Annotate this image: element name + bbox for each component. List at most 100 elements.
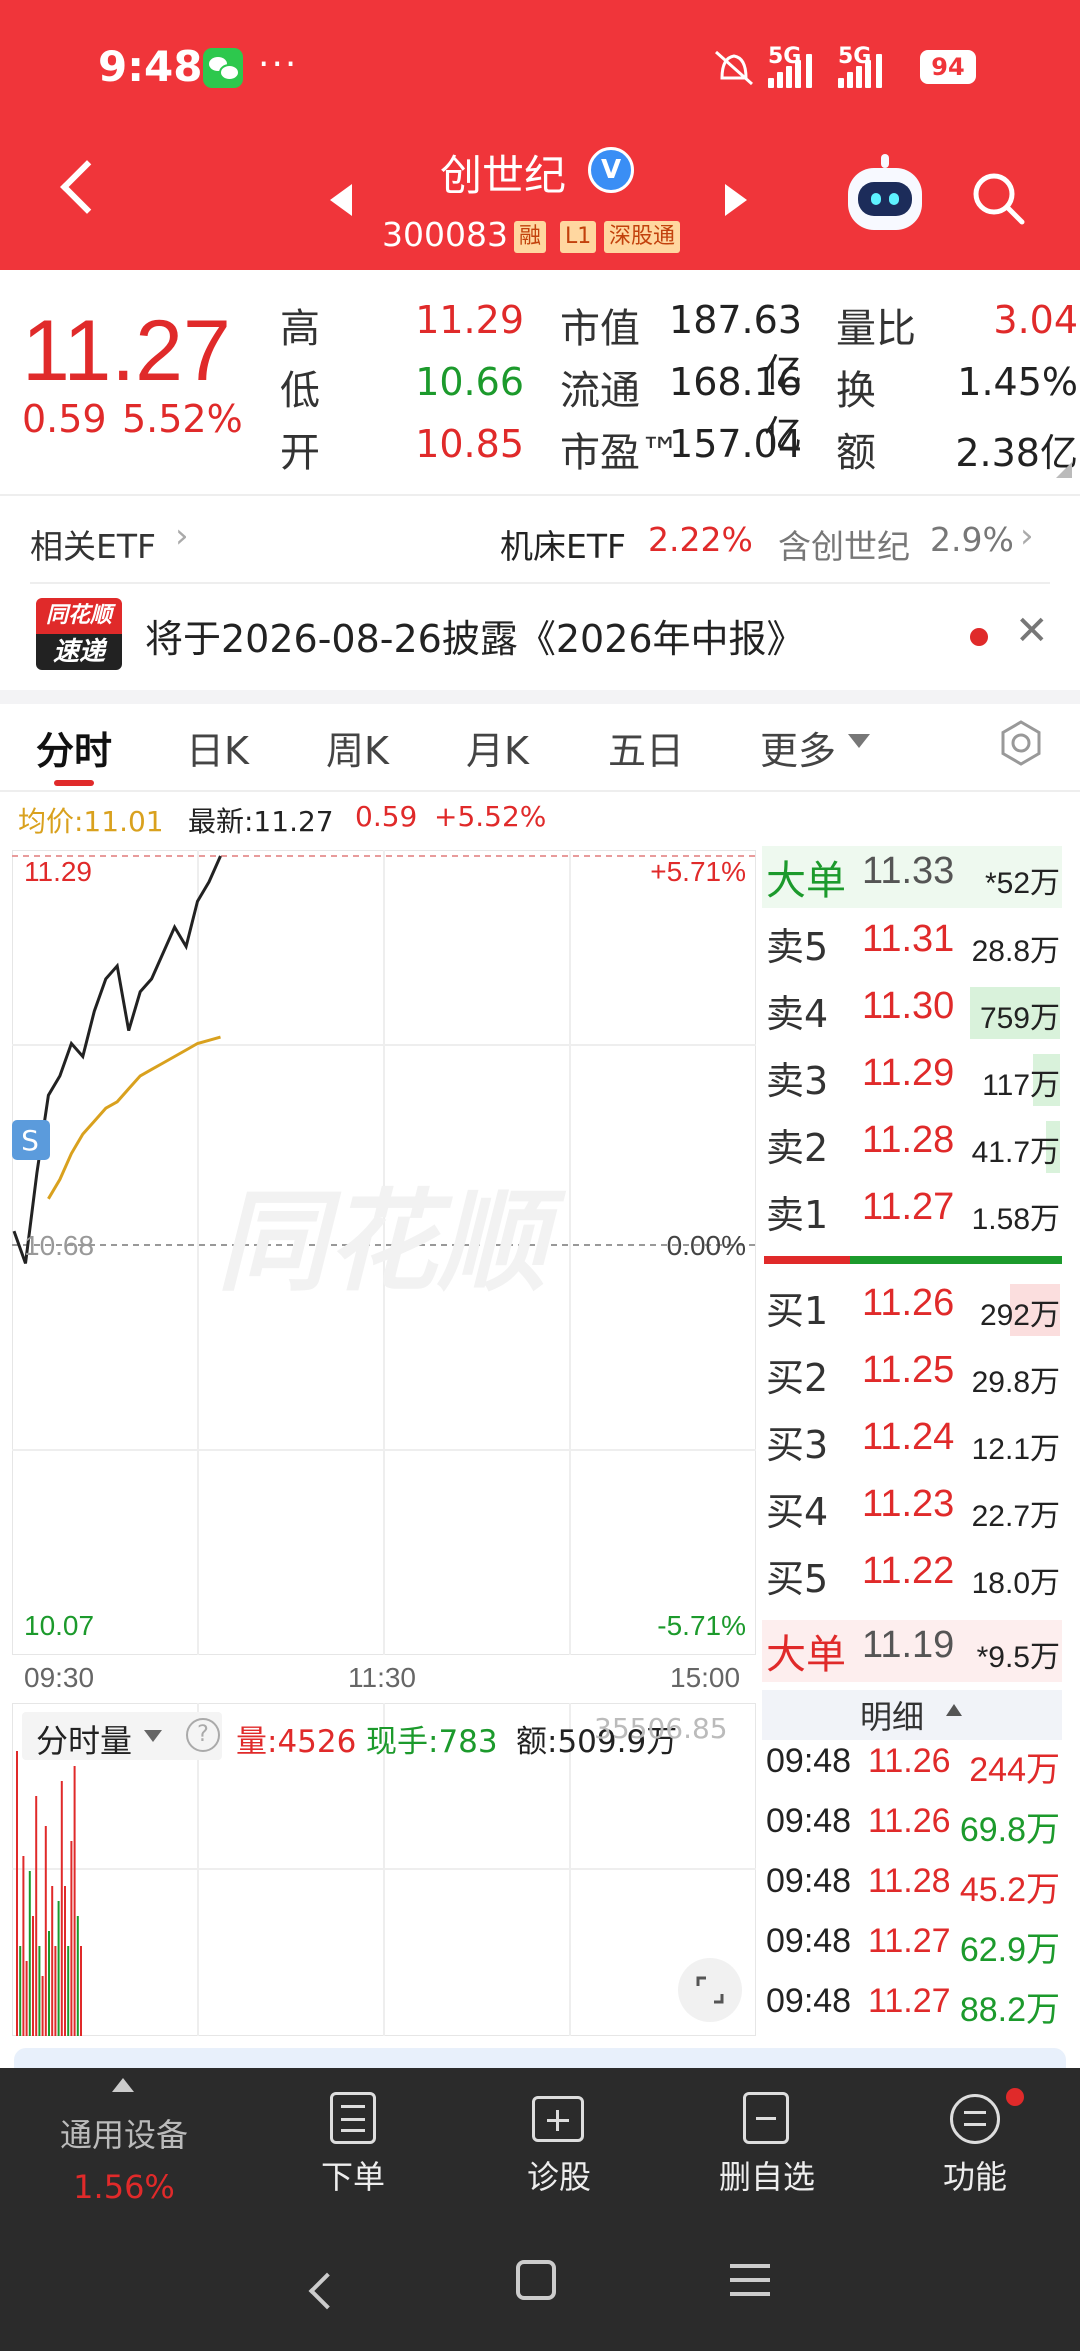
function-icon[interactable] bbox=[950, 2094, 1000, 2144]
label-high: 高 bbox=[280, 306, 320, 352]
ask-price[interactable]: 11.30 bbox=[862, 985, 954, 1028]
caret-down-icon bbox=[848, 734, 870, 748]
mute-icon bbox=[715, 50, 753, 86]
ask-volume: 41.7万 bbox=[971, 1136, 1060, 1169]
nav-function[interactable]: 功能 bbox=[912, 2152, 1038, 2198]
tab-more[interactable]: 更多 bbox=[760, 720, 836, 775]
order-icon[interactable] bbox=[330, 2092, 376, 2144]
bid-label: 买1 bbox=[766, 1289, 829, 1333]
nav-order[interactable]: 下单 bbox=[290, 2152, 416, 2198]
volume-bar bbox=[41, 1976, 44, 2036]
nav-remove-watchlist[interactable]: 删自选 bbox=[700, 2152, 834, 2198]
tab-five-day[interactable]: 五日 bbox=[608, 720, 684, 775]
related-etf-label[interactable]: 相关ETF bbox=[30, 520, 156, 568]
tab-daily-k[interactable]: 日K bbox=[186, 720, 249, 775]
volume-bar bbox=[28, 1871, 31, 2036]
latest-change: 0.59 bbox=[355, 800, 418, 833]
back-icon[interactable] bbox=[60, 160, 114, 214]
system-back-icon[interactable] bbox=[308, 2272, 346, 2310]
detail-volume: 62.9万 bbox=[959, 1931, 1060, 1969]
big-order-top-label: 大单 bbox=[766, 858, 846, 904]
bid-volume: 22.7万 bbox=[971, 1500, 1060, 1533]
ask-price[interactable]: 11.27 bbox=[862, 1186, 954, 1229]
sector-name[interactable]: 通用设备 bbox=[24, 2110, 224, 2156]
chevron-right-icon[interactable]: › bbox=[1020, 516, 1034, 556]
ask-price[interactable]: 11.28 bbox=[862, 1119, 954, 1162]
volume-selector-label: 分时量 bbox=[36, 1722, 133, 1760]
caret-up-icon bbox=[946, 1704, 962, 1716]
detail-volume: 45.2万 bbox=[959, 1871, 1060, 1909]
detail-volume: 244万 bbox=[969, 1751, 1060, 1789]
tab-monthly-k[interactable]: 月K bbox=[466, 720, 529, 775]
bid-volume: 292万 bbox=[979, 1299, 1060, 1332]
notification-dot-icon bbox=[1006, 2088, 1024, 2106]
volume-axis-max: 35506.85 bbox=[594, 1712, 728, 1745]
volume-bar bbox=[44, 1826, 47, 2036]
bid-label: 买2 bbox=[766, 1356, 829, 1400]
settings-icon[interactable] bbox=[998, 720, 1044, 766]
remove-watchlist-icon[interactable] bbox=[743, 2092, 789, 2144]
detail-time: 09:48 bbox=[766, 1922, 852, 1960]
value-low: 10.66 bbox=[415, 360, 524, 404]
detail-volume: 69.8万 bbox=[959, 1811, 1060, 1849]
detail-time: 09:48 bbox=[766, 1862, 852, 1900]
y-left-mid: 10.68 bbox=[24, 1230, 95, 1261]
s-marker-label: S bbox=[21, 1124, 39, 1157]
system-menu-icon[interactable] bbox=[730, 2264, 770, 2296]
ask-price[interactable]: 11.29 bbox=[862, 1052, 954, 1095]
label-amount: 额 bbox=[836, 430, 876, 476]
tag-level: L1 bbox=[560, 221, 597, 253]
label-low: 低 bbox=[280, 368, 320, 414]
tag-connect: 深股通 bbox=[604, 221, 681, 253]
volume-bar bbox=[38, 1946, 41, 2036]
divider bbox=[0, 790, 1080, 792]
ask-price[interactable]: 11.31 bbox=[862, 918, 954, 961]
big-order-bottom-price: 11.19 bbox=[862, 1624, 955, 1666]
big-order-top-price: 11.33 bbox=[862, 850, 955, 892]
etf-name[interactable]: 机床ETF bbox=[500, 520, 626, 568]
next-stock-icon[interactable] bbox=[725, 184, 747, 216]
volume-bar bbox=[67, 1946, 70, 2036]
bid-price[interactable]: 11.25 bbox=[862, 1349, 954, 1392]
nav-diagnose[interactable]: 诊股 bbox=[496, 2152, 622, 2198]
volume-bar bbox=[57, 1901, 60, 2036]
assistant-robot-icon[interactable] bbox=[848, 154, 922, 230]
label-market-cap: 市值 bbox=[560, 306, 640, 352]
prev-stock-icon[interactable] bbox=[330, 184, 352, 216]
bid-price[interactable]: 11.23 bbox=[862, 1483, 954, 1526]
diagnose-icon[interactable] bbox=[532, 2096, 584, 2142]
close-icon[interactable]: ✕ bbox=[1015, 608, 1049, 654]
watermark: 同花顺 bbox=[217, 1178, 567, 1306]
price-change-pct: 5.52% bbox=[122, 397, 243, 441]
avg-price-line bbox=[47, 1035, 221, 1200]
expand-corner-icon[interactable] bbox=[1056, 462, 1072, 478]
bid-price[interactable]: 11.22 bbox=[862, 1550, 954, 1593]
system-home-icon[interactable] bbox=[516, 2260, 556, 2300]
sector-pct: 1.56% bbox=[73, 2168, 175, 2206]
label-turnover: 换 bbox=[836, 368, 876, 414]
tab-weekly-k[interactable]: 周K bbox=[326, 720, 389, 775]
detail-price: 11.27 bbox=[868, 1982, 951, 2020]
bid-label: 买3 bbox=[766, 1423, 829, 1467]
tab-intraday[interactable]: 分时 bbox=[36, 720, 112, 775]
stock-code: 300083 bbox=[382, 215, 508, 254]
fullscreen-button[interactable] bbox=[678, 1958, 742, 2022]
bid-price[interactable]: 11.24 bbox=[862, 1416, 954, 1459]
x-tick-end: 15:00 bbox=[670, 1662, 741, 1693]
detail-price: 11.27 bbox=[868, 1922, 951, 1960]
ask-volume: 117万 bbox=[982, 1069, 1060, 1102]
help-icon[interactable]: ? bbox=[186, 1718, 220, 1752]
volume-bar bbox=[32, 1916, 34, 2036]
bid-volume: 12.1万 bbox=[971, 1433, 1060, 1466]
notice-text[interactable]: 将于2026-08-26披露《2026年中报》 bbox=[145, 608, 805, 663]
latest-pct: +5.52% bbox=[434, 800, 547, 833]
battery-icon: 94 bbox=[920, 50, 976, 84]
current-price: 11.27 bbox=[22, 303, 231, 399]
search-icon[interactable] bbox=[970, 170, 1026, 226]
bid-ask-ratio-green bbox=[850, 1256, 1062, 1264]
divider bbox=[30, 582, 1050, 584]
volume-bar bbox=[22, 1856, 25, 2036]
volume-bar bbox=[76, 1916, 79, 2036]
bid-price[interactable]: 11.26 bbox=[862, 1282, 954, 1325]
volume-bar bbox=[54, 1946, 57, 2036]
